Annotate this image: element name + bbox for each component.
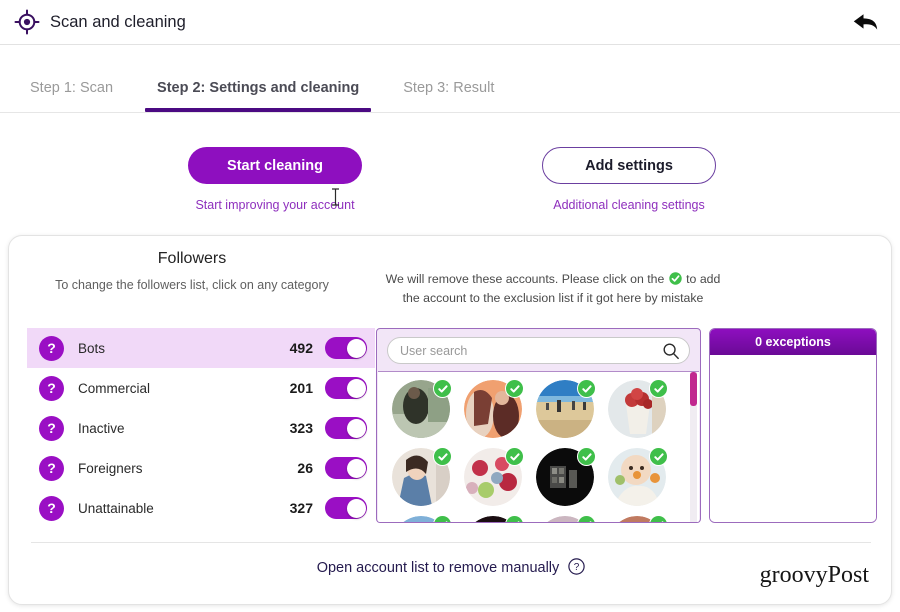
followers-heading: Followers To change the followers list, … [9, 250, 375, 308]
category-label: Foreigners [78, 460, 143, 476]
groovypost-logo: groovyPost [759, 562, 869, 588]
tab-step-3[interactable]: Step 3: Result [381, 80, 516, 112]
account-avatar-6[interactable] [464, 447, 524, 506]
account-avatar-4[interactable] [608, 379, 668, 438]
cleaning-card: Followers To change the followers list, … [8, 235, 892, 605]
account-avatar-8[interactable] [608, 447, 668, 506]
search-area [377, 329, 700, 371]
followers-title: Followers [157, 250, 227, 267]
green-check-icon[interactable] [433, 447, 452, 466]
card-divider [31, 542, 871, 543]
green-check-icon[interactable] [649, 515, 668, 522]
category-label: Bots [78, 340, 106, 356]
tab-step-2[interactable]: Step 2: Settings and cleaning [135, 80, 381, 112]
step-tabs: Step 1: Scan Step 2: Settings and cleani… [0, 45, 900, 113]
accounts-notice: We will remove these accounts. Please cl… [383, 250, 723, 308]
account-avatar-5[interactable] [392, 447, 452, 506]
notice-text-after: to add [686, 272, 721, 286]
add-settings-caption[interactable]: Additional cleaning settings [553, 198, 705, 212]
question-circle-icon[interactable]: ? [568, 558, 586, 575]
category-label: Unattainable [78, 500, 154, 516]
exceptions-header: 0 exceptions [710, 329, 876, 355]
category-label: Inactive [78, 420, 125, 436]
green-check-icon[interactable] [505, 515, 524, 522]
category-toggle-inactive[interactable] [325, 417, 367, 439]
green-check-icon[interactable] [577, 447, 596, 466]
category-toggle-commercial[interactable] [325, 377, 367, 399]
avatar-scroll-area[interactable] [378, 371, 699, 522]
green-check-icon[interactable] [433, 515, 452, 522]
page-title: Scan and cleaning [50, 12, 186, 31]
followers-subtitle: To change the followers list, click on a… [55, 278, 329, 292]
category-count: 327 [289, 500, 313, 516]
question-mark-icon[interactable]: ? [39, 415, 64, 441]
category-count: 492 [289, 340, 313, 356]
account-avatar-11[interactable] [536, 515, 596, 522]
search-icon[interactable] [662, 342, 680, 360]
back-arrow-icon[interactable] [848, 8, 882, 36]
question-mark-icon[interactable]: ? [39, 335, 64, 361]
follower-category-list: ? Bots 492 ? Commercial 201 ? Inactive 3… [27, 328, 375, 528]
green-check-icon [669, 272, 682, 285]
start-cleaning-button[interactable]: Start cleaning [188, 147, 362, 184]
accounts-notice-line-2: the account to the exclusion list if it … [402, 291, 704, 306]
open-account-list-label: Open account list to remove manually [316, 560, 560, 576]
green-check-icon[interactable] [505, 447, 524, 466]
tab-step-1[interactable]: Step 1: Scan [8, 80, 135, 112]
toggle-knob [346, 378, 366, 398]
green-check-icon[interactable] [649, 447, 668, 466]
green-check-icon[interactable] [577, 515, 596, 522]
add-settings-block: Add settings Additional cleaning setting… [542, 147, 716, 212]
start-cleaning-block: Start cleaning Start improving your acco… [188, 147, 362, 212]
add-settings-button[interactable]: Add settings [542, 147, 716, 184]
account-avatar-3[interactable] [536, 379, 596, 438]
category-count: 26 [297, 460, 313, 476]
account-avatar-1[interactable] [392, 379, 452, 438]
titlebar: Scan and cleaning [0, 0, 900, 45]
green-check-icon[interactable] [649, 379, 668, 398]
accounts-notice-line-1: We will remove these accounts. Please cl… [383, 270, 723, 289]
card-headings: Followers To change the followers list, … [9, 250, 891, 308]
green-check-icon[interactable] [577, 379, 596, 398]
avatar-grid [378, 372, 699, 522]
category-row-commercial[interactable]: ? Commercial 201 [27, 368, 375, 408]
search-box[interactable] [387, 337, 690, 364]
toggle-knob [346, 418, 366, 438]
category-toggle-foreigners[interactable] [325, 457, 367, 479]
accounts-panel [376, 328, 701, 523]
category-count: 323 [289, 420, 313, 436]
crosshair-target-icon [12, 7, 42, 37]
question-mark-icon[interactable]: ? [39, 495, 64, 521]
category-row-inactive[interactable]: ? Inactive 323 [27, 408, 375, 448]
avatar-scrollbar-thumb[interactable] [690, 372, 697, 406]
account-avatar-9[interactable] [392, 515, 452, 522]
category-toggle-unattainable[interactable] [325, 497, 367, 519]
category-label: Commercial [78, 380, 151, 396]
category-row-foreigners[interactable]: ? Foreigners 26 [27, 448, 375, 488]
green-check-icon[interactable] [505, 379, 524, 398]
category-toggle-bots[interactable] [325, 337, 367, 359]
category-row-bots[interactable]: ? Bots 492 [27, 328, 375, 368]
category-row-unattainable[interactable]: ? Unattainable 327 [27, 488, 375, 528]
account-avatar-2[interactable] [464, 379, 524, 438]
question-mark-icon[interactable]: ? [39, 455, 64, 481]
start-cleaning-caption[interactable]: Start improving your account [195, 198, 354, 212]
question-mark-icon[interactable]: ? [39, 375, 64, 401]
exceptions-list[interactable] [710, 355, 876, 522]
toggle-knob [346, 498, 366, 518]
account-avatar-12[interactable] [608, 515, 668, 522]
toggle-knob [346, 458, 366, 478]
action-bar: Start cleaning Start improving your acco… [0, 113, 900, 235]
category-count: 201 [289, 380, 313, 396]
search-input[interactable] [398, 338, 679, 363]
green-check-icon[interactable] [433, 379, 452, 398]
toggle-knob [346, 338, 366, 358]
account-avatar-10[interactable] [464, 515, 524, 522]
app-root: Scan and cleaning Step 1: Scan Step 2: S… [0, 0, 900, 612]
exceptions-panel: 0 exceptions [709, 328, 877, 523]
account-avatar-7[interactable] [536, 447, 596, 506]
svg-text:?: ? [574, 562, 580, 573]
notice-text-before: We will remove these accounts. Please cl… [385, 272, 665, 286]
